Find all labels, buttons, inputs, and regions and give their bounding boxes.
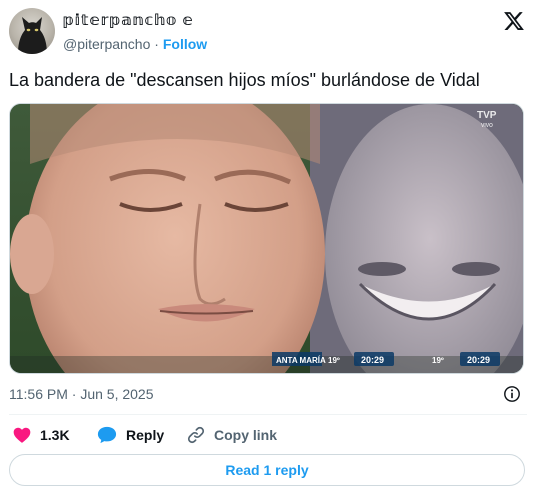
link-icon	[187, 426, 205, 444]
action-bar: 1.3K Reply Copy link	[9, 423, 527, 447]
user-handle[interactable]: @piterpancho	[63, 36, 150, 52]
overlay-right-time: 20:29	[467, 355, 490, 365]
like-count: 1.3K	[40, 427, 70, 443]
tweet-timestamp[interactable]: 11:56 PM · Jun 5, 2025	[9, 384, 154, 404]
tweet-text: La bandera de "descansen hijos míos" bur…	[9, 70, 480, 90]
reply-label: Reply	[126, 427, 165, 443]
tweet-image[interactable]: ANTA MARÍA 19º 20:29 19º 20:29 TVP VIVO	[9, 103, 524, 374]
cat-avatar-icon[interactable]	[9, 8, 55, 54]
handle-row: @piterpancho · Follow	[63, 34, 207, 54]
divider-top	[9, 414, 527, 415]
overlay-left-caption: ANTA MARÍA	[276, 356, 326, 365]
separator-dot: ·	[154, 36, 159, 52]
overlay-left-number: 19º	[328, 356, 340, 365]
x-logo-icon[interactable]	[503, 10, 525, 32]
heart-icon	[13, 427, 31, 443]
overlay-right-number: 19º	[432, 356, 444, 365]
follow-button[interactable]: Follow	[163, 36, 207, 52]
overlay-left-time: 20:29	[361, 355, 384, 365]
display-name[interactable]: 𝕡𝕚𝕥𝕖𝕣𝕡𝕒𝕟𝕔𝕙𝕠 𝕖	[63, 11, 207, 31]
copy-link-button[interactable]: Copy link	[186, 423, 277, 447]
reply-button[interactable]: Reply	[96, 423, 164, 447]
channel-sub: VIVO	[481, 123, 493, 129]
like-button[interactable]: 1.3K	[12, 423, 70, 447]
speech-bubble-icon	[97, 426, 117, 444]
info-icon[interactable]	[503, 385, 521, 403]
user-info: 𝕡𝕚𝕥𝕖𝕣𝕡𝕒𝕟𝕔𝕙𝕠 𝕖 @piterpancho · Follow	[63, 11, 207, 54]
channel-logo: TVP	[477, 110, 497, 121]
copy-link-label: Copy link	[214, 427, 278, 443]
read-replies-button[interactable]: Read 1 reply	[9, 454, 525, 486]
tweet-header: 𝕡𝕚𝕥𝕖𝕣𝕡𝕒𝕟𝕔𝕙𝕠 𝕖 @piterpancho · Follow	[9, 8, 527, 58]
